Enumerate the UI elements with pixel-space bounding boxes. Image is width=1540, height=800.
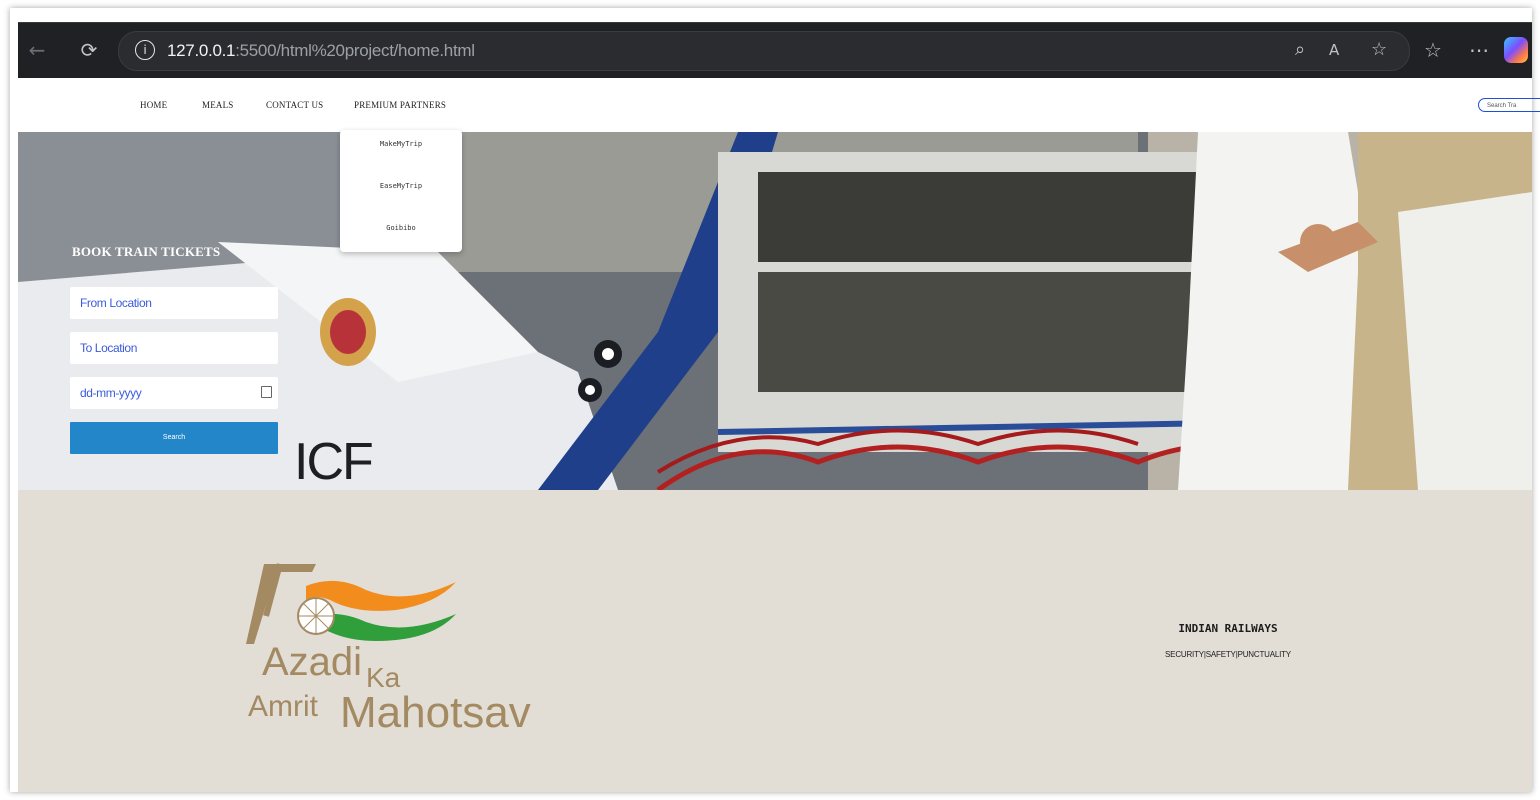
browser-toolbar: ← ⟳ i 127.0.0.1:5500/html%20project/home… (18, 22, 1532, 79)
dropdown-item-goibibo[interactable]: Goibibo (340, 224, 462, 232)
railways-tagline: SECURITY|SAFETY|PUNCTUALITY (1165, 650, 1291, 659)
reload-icon[interactable]: ⟳ (76, 37, 102, 63)
info-icon[interactable]: i (135, 40, 155, 60)
calendar-icon[interactable] (261, 386, 272, 398)
read-aloud-icon[interactable]: A (1329, 41, 1339, 59)
dropdown-item-easemytrip[interactable]: EaseMyTrip (340, 182, 462, 190)
url-path: :5500/html%20project/home.html (235, 41, 475, 60)
hero-banner: ICF BOOK TRAIN TICKETS From Location To … (18, 132, 1532, 490)
search-button[interactable]: Search (70, 422, 278, 454)
zoom-icon[interactable]: ⌕ (1295, 39, 1305, 60)
nav-premium-partners[interactable]: PREMIUM PARTNERS (354, 100, 446, 110)
back-arrow-icon[interactable]: ← (24, 37, 50, 63)
premium-partners-dropdown: MakeMyTrip EaseMyTrip Goibibo (340, 130, 462, 252)
from-location-input[interactable]: From Location (70, 287, 278, 319)
logo-azadi: Azadi (262, 640, 363, 684)
book-tickets-title: BOOK TRAIN TICKETS (72, 244, 221, 259)
indian-railways-title: INDIAN RAILWAYS (1178, 622, 1278, 635)
date-placeholder: dd-mm-yyyy (80, 386, 142, 400)
date-input[interactable]: dd-mm-yyyy (70, 377, 278, 409)
web-page: HOME MEALS CONTACT US PREMIUM PARTNERS S… (18, 78, 1540, 792)
nav-home[interactable]: HOME (140, 100, 167, 110)
dropdown-item-makemytrip[interactable]: MakeMyTrip (340, 140, 462, 148)
nav-contact-us[interactable]: CONTACT US (266, 100, 323, 110)
top-navigation: HOME MEALS CONTACT US PREMIUM PARTNERS S… (18, 78, 1540, 132)
url-text[interactable]: 127.0.0.1:5500/html%20project/home.html (167, 41, 475, 61)
address-bar[interactable]: i 127.0.0.1:5500/html%20project/home.htm… (118, 31, 1410, 71)
azadi-logo-flag-mark (246, 563, 456, 644)
favorites-list-icon[interactable]: ☆ (1420, 37, 1446, 63)
more-icon[interactable]: ⋯ (1466, 37, 1492, 63)
copilot-icon[interactable] (1504, 37, 1528, 63)
train-icf-marking: ICF (294, 433, 374, 490)
nav-meals[interactable]: MEALS (202, 100, 234, 110)
logo-mahotsav: Mahotsav (340, 688, 531, 737)
search-input[interactable]: Search Tra (1478, 98, 1540, 112)
logo-amrit: Amrit (248, 690, 318, 723)
url-host: 127.0.0.1 (167, 41, 236, 60)
star-icon[interactable]: ☆ (1371, 39, 1387, 60)
to-location-input[interactable]: To Location (70, 332, 278, 364)
footer-section: Azadi Ka Amrit Mahotsav (18, 490, 1532, 792)
